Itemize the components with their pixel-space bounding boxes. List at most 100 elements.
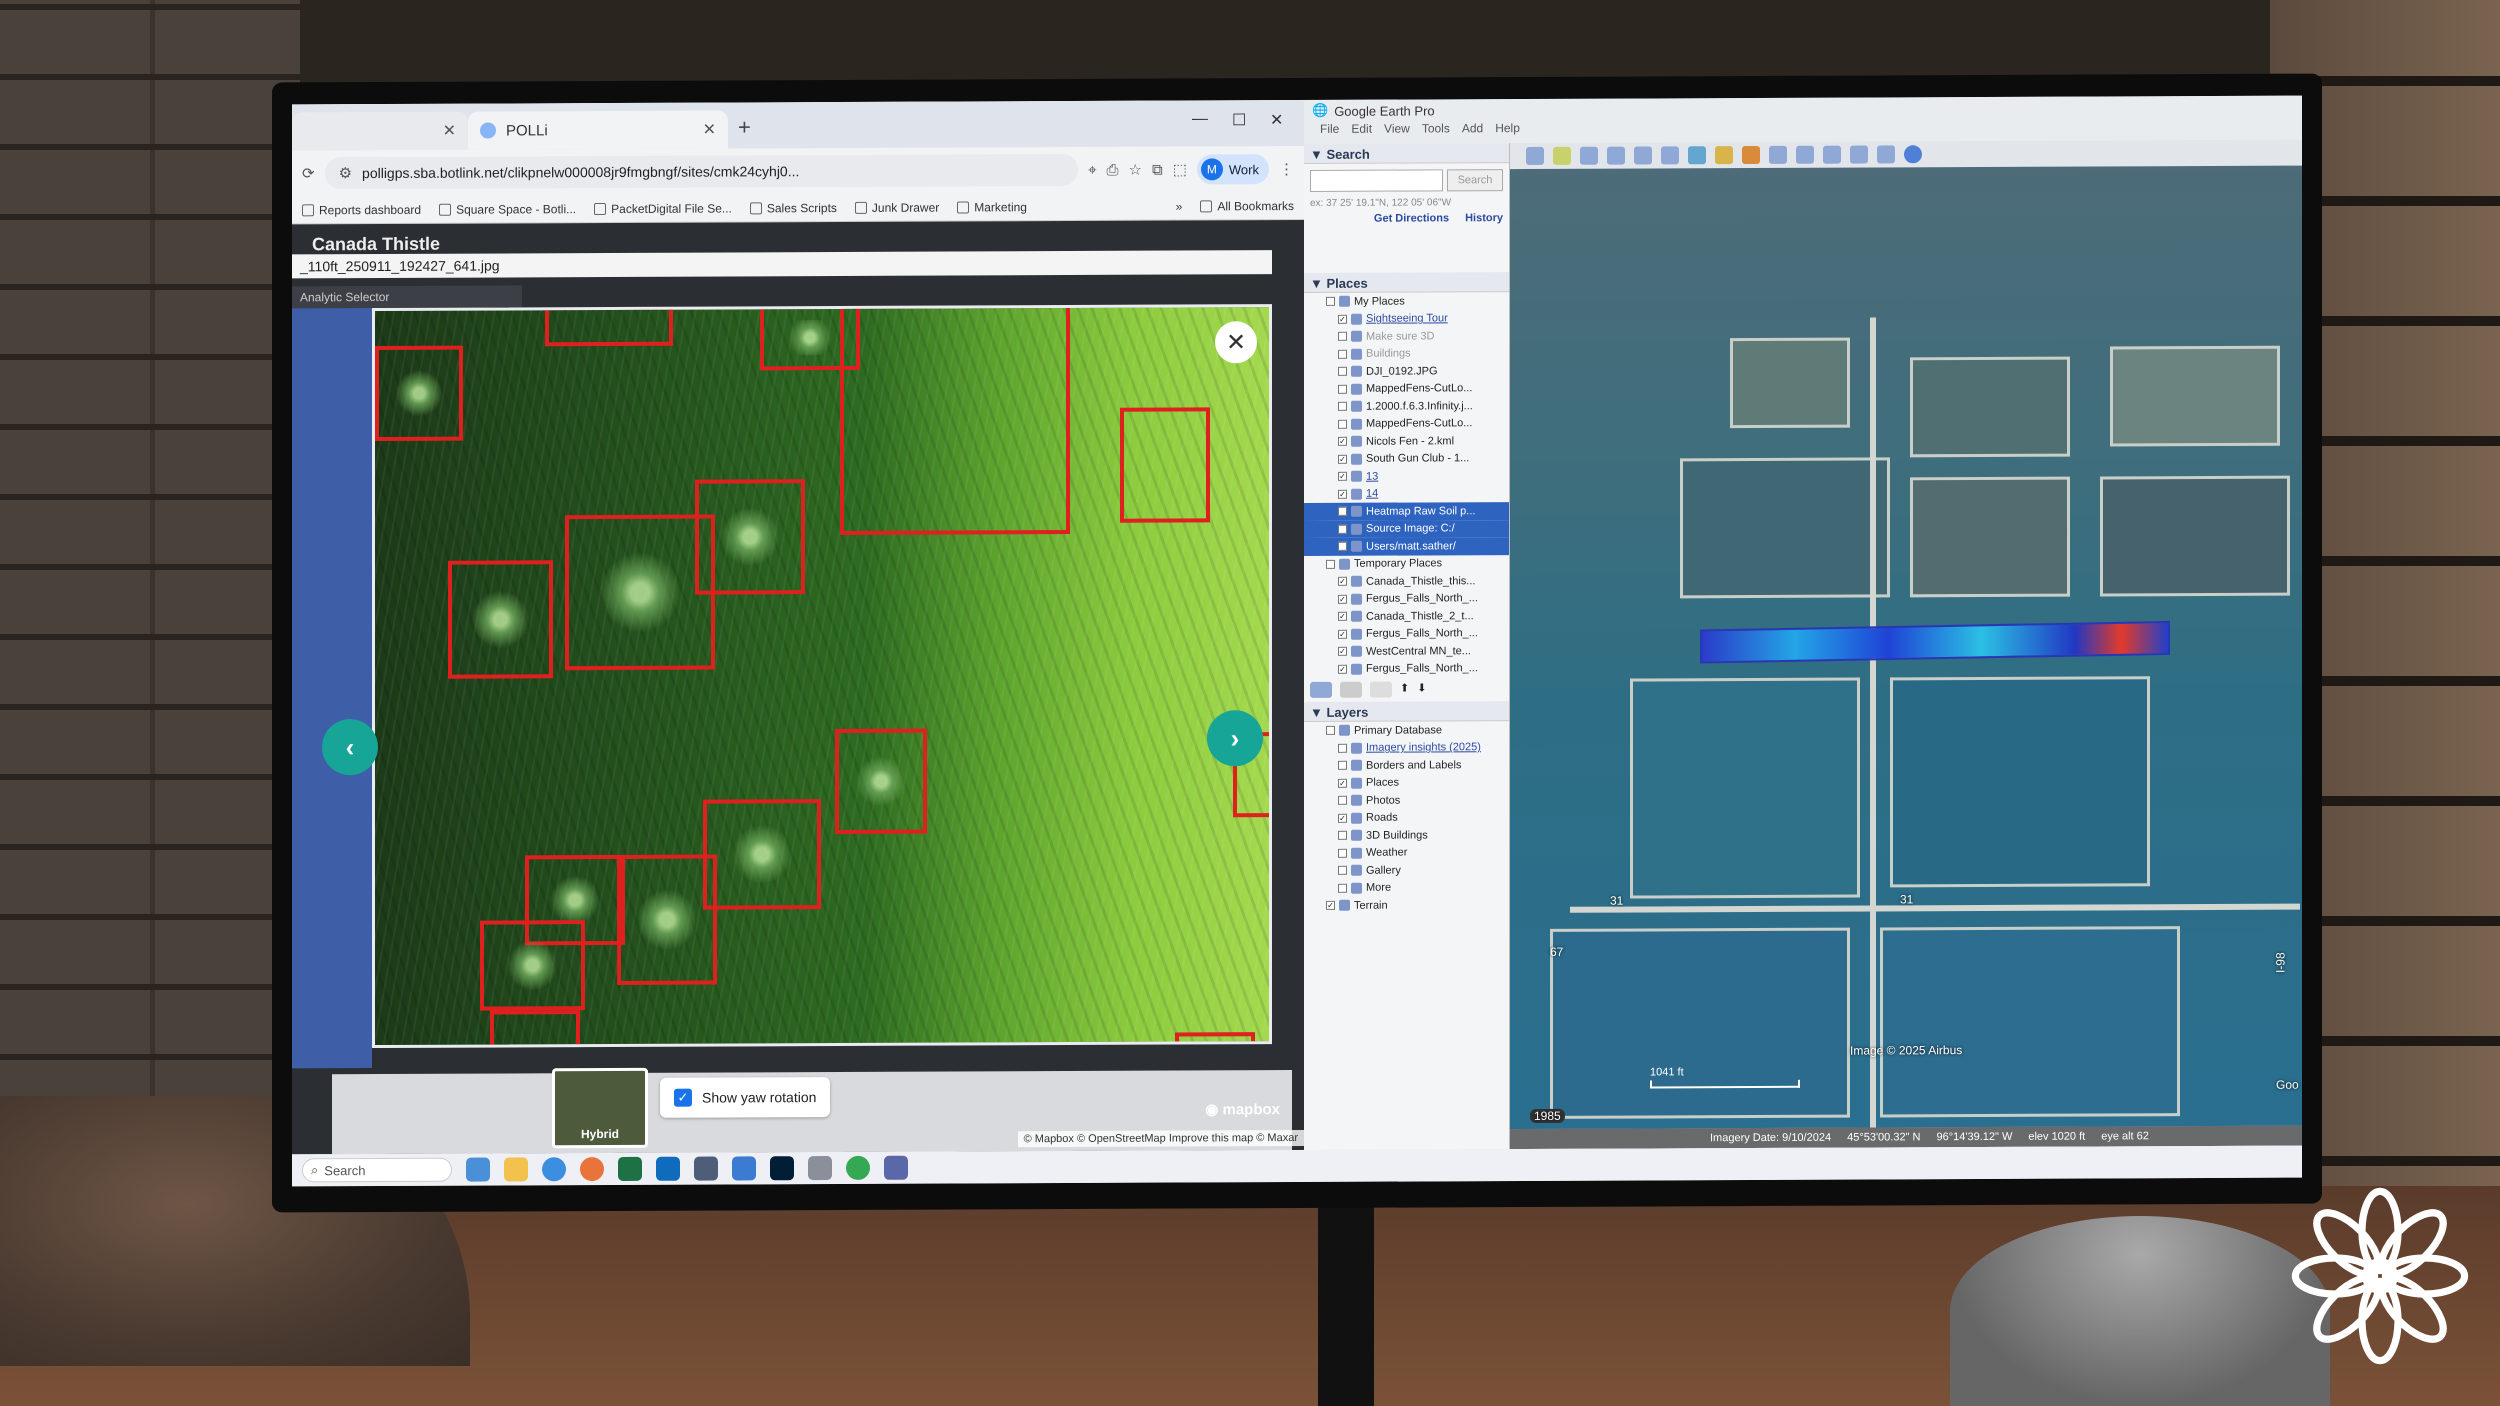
place-item[interactable]: 1.2000.f.6.3.Infinity.j... [1304, 397, 1509, 415]
star-icon[interactable]: ☆ [1129, 161, 1142, 179]
history-link[interactable]: History [1465, 212, 1503, 224]
planets-icon[interactable] [1742, 145, 1760, 165]
checkbox-checked-icon[interactable]: ✓ [674, 1088, 692, 1107]
ruler-icon[interactable] [1769, 145, 1787, 164]
earth-icon[interactable] [1904, 145, 1922, 164]
checkbox-checked-icon[interactable]: ✓ [1338, 472, 1347, 482]
detection-box[interactable] [490, 1010, 580, 1049]
layer-item[interactable]: Gallery [1304, 861, 1509, 879]
bookmark-square-space[interactable]: Square Space - Botli... [439, 202, 576, 217]
detection-box[interactable] [565, 514, 715, 671]
checkbox-icon[interactable] [1338, 796, 1347, 806]
place-item[interactable]: ✓ Fergus_Falls_North_... [1304, 590, 1509, 608]
checkbox-icon[interactable] [1338, 524, 1347, 534]
place-item[interactable]: ✓ Heatmap Raw Soil p... [1304, 502, 1509, 521]
sidebar-icon[interactable] [1526, 146, 1544, 166]
close-tab-icon[interactable]: ✕ [443, 121, 456, 141]
place-item[interactable]: Temporary Places [1304, 555, 1509, 573]
checkbox-checked-icon[interactable]: ✓ [1338, 454, 1347, 464]
checkbox-checked-icon[interactable]: ✓ [1326, 901, 1335, 911]
place-item[interactable]: ✓ Canada_Thistle_2_t... [1304, 607, 1509, 625]
place-item[interactable]: ✓ Sightseeing Tour [1304, 310, 1509, 328]
layer-item[interactable]: Photos [1304, 791, 1509, 809]
chrome-icon[interactable] [542, 1157, 566, 1182]
layer-item[interactable]: Weather [1304, 844, 1509, 862]
photoshop-icon[interactable] [770, 1156, 794, 1181]
checkbox-icon[interactable] [1338, 419, 1347, 429]
overlay-icon[interactable] [1634, 146, 1652, 165]
chrome-alt-icon[interactable] [846, 1155, 870, 1180]
snipping-tool-icon[interactable] [884, 1155, 908, 1180]
get-directions-link[interactable]: Get Directions [1374, 212, 1449, 224]
place-item[interactable]: ✓ Fergus_Falls_North_... [1304, 660, 1509, 678]
menu-help[interactable]: Help [1495, 121, 1520, 141]
checkbox-icon[interactable] [1326, 726, 1335, 736]
layer-item[interactable]: More [1304, 879, 1509, 897]
bookmark-folder-marketing[interactable]: Marketing [957, 200, 1027, 214]
checkbox-icon[interactable] [1338, 761, 1347, 771]
analytic-selector[interactable]: Analytic Selector [292, 285, 522, 309]
print-icon[interactable] [1823, 145, 1841, 164]
menu-icon[interactable]: ⋮ [1279, 160, 1294, 178]
excel-icon[interactable] [618, 1156, 642, 1181]
network-app-icon[interactable] [808, 1156, 832, 1181]
checkbox-icon[interactable] [1338, 384, 1347, 394]
historical-imagery-icon[interactable] [1688, 146, 1706, 165]
install-icon[interactable]: ⎙ [1107, 161, 1119, 178]
place-item[interactable]: Users/matt.sather/ [1304, 537, 1509, 556]
detection-box[interactable] [375, 345, 463, 442]
place-item[interactable]: Make sure 3D [1304, 327, 1509, 345]
move-down-icon[interactable]: ⬇ [1417, 681, 1426, 697]
search-button[interactable]: Search [1447, 169, 1503, 192]
sunlight-icon[interactable] [1715, 146, 1733, 165]
next-image-button[interactable]: › [1207, 710, 1263, 767]
checkbox-icon[interactable] [1326, 559, 1335, 569]
menu-view[interactable]: View [1384, 122, 1410, 142]
bookmark-packetdigital[interactable]: PacketDigital File Se... [594, 201, 732, 216]
detection-box[interactable] [448, 560, 553, 679]
yaw-rotation-toggle[interactable]: ✓ Show yaw rotation [660, 1077, 831, 1118]
detection-box[interactable] [1120, 407, 1210, 523]
layer-item[interactable]: 3D Buildings [1304, 826, 1509, 844]
checkbox-icon[interactable] [1338, 848, 1347, 858]
previous-image-button[interactable]: ‹ [322, 719, 378, 776]
place-item[interactable]: ✓ Nicols Fen - 2.kml [1304, 432, 1509, 450]
polygon-icon[interactable] [1580, 146, 1598, 165]
soil-heatmap-overlay[interactable] [1700, 620, 2170, 664]
all-bookmarks[interactable]: All Bookmarks [1200, 199, 1294, 213]
detection-box[interactable] [480, 920, 585, 1011]
place-item[interactable]: Source Image: C:/ [1304, 519, 1509, 538]
save-image-icon[interactable] [1850, 145, 1868, 164]
checkbox-icon[interactable] [1338, 743, 1347, 753]
menu-file[interactable]: File [1320, 122, 1339, 142]
close-viewer-button[interactable]: ✕ [1215, 321, 1257, 364]
historical-year-slider[interactable]: 1985 [1530, 1108, 1565, 1123]
checkbox-icon[interactable] [1338, 402, 1347, 412]
place-item[interactable]: ✓ South Gun Club - 1... [1304, 450, 1509, 468]
detection-box[interactable] [617, 854, 717, 985]
search-input[interactable] [1310, 169, 1443, 192]
place-item[interactable]: ✓ WestCentral MN_te... [1304, 642, 1509, 660]
bookmark-folder-junk-drawer[interactable]: Junk Drawer [854, 200, 939, 214]
checkbox-checked-icon[interactable]: ✓ [1338, 437, 1347, 447]
close-tab-icon[interactable]: ✕ [703, 120, 716, 140]
place-item[interactable]: MappedFens-CutLo... [1304, 380, 1509, 398]
checkbox-icon[interactable] [1338, 866, 1347, 876]
checkbox-icon[interactable] [1326, 297, 1335, 307]
checkbox-icon[interactable] [1338, 831, 1347, 841]
extensions-puzzle-icon[interactable]: ⬚ [1173, 160, 1187, 178]
map-attribution[interactable]: © Mapbox © OpenStreetMap Improve this ma… [1017, 1129, 1304, 1148]
place-item[interactable]: MappedFens-CutLo... [1304, 415, 1509, 433]
hybrid-layer-button[interactable]: Hybrid [552, 1067, 648, 1149]
view-in-maps-icon[interactable] [1877, 145, 1895, 164]
detection-box[interactable] [545, 305, 673, 347]
checkbox-checked-icon[interactable]: ✓ [1338, 577, 1347, 587]
checkbox-checked-icon[interactable]: ✓ [1338, 813, 1347, 823]
layer-item[interactable]: ✓ Roads [1304, 809, 1509, 827]
place-item[interactable]: ✓ Fergus_Falls_North_... [1304, 625, 1509, 643]
detection-box[interactable] [703, 799, 821, 910]
bookmark-folder-sales-scripts[interactable]: Sales Scripts [749, 201, 837, 215]
detection-box[interactable] [835, 728, 927, 835]
search-section-header[interactable]: ▼ Search [1304, 143, 1509, 164]
detection-box[interactable] [1175, 1032, 1255, 1049]
